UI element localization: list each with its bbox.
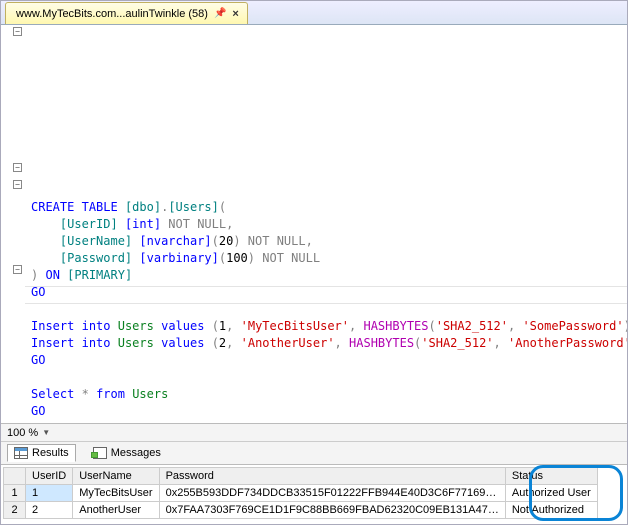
tab-title: www.MyTecBits.com...aulinTwinkle (58) — [16, 8, 208, 20]
tab-bar: www.MyTecBits.com...aulinTwinkle (58) 📌 … — [1, 1, 627, 25]
cell-userid[interactable]: 2 — [26, 502, 73, 519]
cell-password[interactable]: 0x7FAA7303F769CE1D1F9C88BB669FBAD62320C0… — [159, 502, 505, 519]
messages-icon — [93, 447, 107, 459]
results-tabbar: Results Messages — [1, 441, 627, 465]
messages-label: Messages — [111, 447, 161, 459]
table-row[interactable]: 1 1 MyTecBitsUser 0x255B593DDF734DDCB335… — [4, 485, 598, 502]
cell-status[interactable]: Not Authorized — [505, 502, 597, 519]
messages-tab[interactable]: Messages — [86, 444, 168, 462]
row-number: 1 — [4, 485, 26, 502]
results-grid[interactable]: UserID UserName Password Status 1 1 MyTe… — [3, 467, 598, 519]
results-label: Results — [32, 447, 69, 459]
fold-icon[interactable]: − — [13, 180, 22, 189]
cell-status[interactable]: Authorized User — [505, 485, 597, 502]
cell-username[interactable]: AnotherUser — [73, 502, 159, 519]
col-username[interactable]: UserName — [73, 468, 159, 485]
code-body: CREATE TABLE [dbo].[Users]( [UserID] [in… — [31, 199, 627, 423]
row-number: 2 — [4, 502, 26, 519]
editor-tab[interactable]: www.MyTecBits.com...aulinTwinkle (58) 📌 … — [5, 2, 248, 24]
cell-password[interactable]: 0x255B593DDF734DDCB33515F01222FFB944E40D… — [159, 485, 505, 502]
fold-icon[interactable]: − — [13, 27, 22, 36]
col-password[interactable]: Password — [159, 468, 505, 485]
table-row[interactable]: 2 2 AnotherUser 0x7FAA7303F769CE1D1F9C88… — [4, 502, 598, 519]
fold-icon[interactable]: − — [13, 265, 22, 274]
cell-username[interactable]: MyTecBitsUser — [73, 485, 159, 502]
zoom-bar: 100 % ▼ — [1, 423, 627, 441]
sql-editor[interactable]: − − − − CREATE TABLE [dbo].[Users]( [Use… — [1, 25, 627, 423]
col-userid[interactable]: UserID — [26, 468, 73, 485]
col-status[interactable]: Status — [505, 468, 597, 485]
grid-corner — [4, 468, 26, 485]
grid-icon — [14, 447, 28, 459]
fold-icon[interactable]: − — [13, 163, 22, 172]
zoom-level: 100 % — [7, 427, 38, 439]
close-icon[interactable]: × — [232, 8, 238, 20]
cell-userid[interactable]: 1 — [26, 485, 73, 502]
chevron-down-icon[interactable]: ▼ — [42, 428, 50, 437]
pin-icon[interactable]: 📌 — [214, 8, 226, 19]
results-tab[interactable]: Results — [7, 444, 76, 462]
results-panel: UserID UserName Password Status 1 1 MyTe… — [1, 465, 627, 519]
grid-header-row: UserID UserName Password Status — [4, 468, 598, 485]
